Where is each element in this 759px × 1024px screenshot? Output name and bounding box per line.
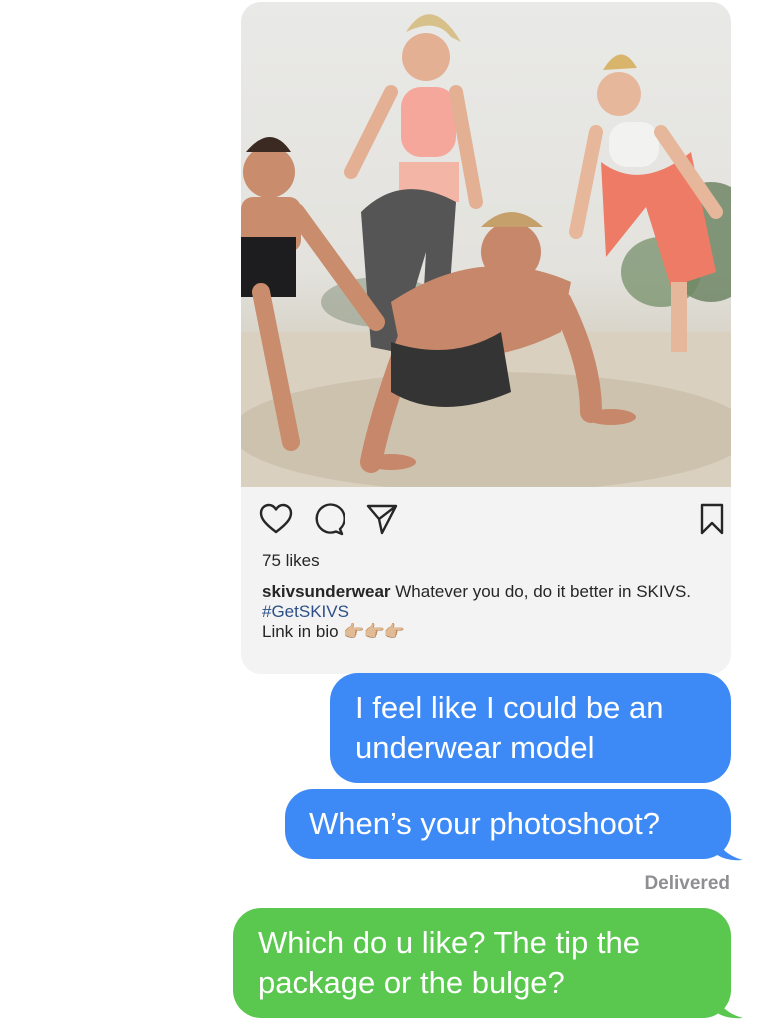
link-in-bio-text: Link in bio	[262, 622, 344, 641]
heart-icon[interactable]	[259, 502, 293, 536]
instagram-post-card[interactable]: 75 likes skivsunderwear Whatever you do,…	[241, 2, 731, 674]
delivery-status: Delivered	[644, 873, 730, 894]
beach-workout-photo	[241, 14, 731, 487]
hashtag-link[interactable]: #GetSKIVS	[262, 602, 712, 622]
post-username[interactable]: skivsunderwear	[262, 582, 391, 601]
likes-count[interactable]: 75 likes	[262, 551, 320, 571]
pointing-right-emoji: 👉🏼👉🏼👉🏼	[343, 622, 405, 641]
post-caption: skivsunderwear Whatever you do, do it be…	[262, 582, 712, 642]
post-actions-bar	[259, 502, 729, 536]
sent-message-bubble[interactable]: When’s your photoshoot?	[285, 789, 731, 859]
share-icon[interactable]	[365, 502, 399, 536]
bubble-tail-icon	[716, 996, 743, 1019]
sent-message-bubble[interactable]: I feel like I could be an underwear mode…	[330, 673, 731, 783]
bookmark-icon[interactable]	[695, 502, 729, 536]
bubble-tail-icon	[716, 838, 743, 861]
comment-icon[interactable]	[311, 502, 346, 536]
caption-text: Whatever you do, do it better in SKIVS.	[390, 582, 692, 601]
sent-message-bubble[interactable]: Which do u like? The tip the package or …	[233, 908, 731, 1018]
post-photo[interactable]	[241, 2, 731, 487]
